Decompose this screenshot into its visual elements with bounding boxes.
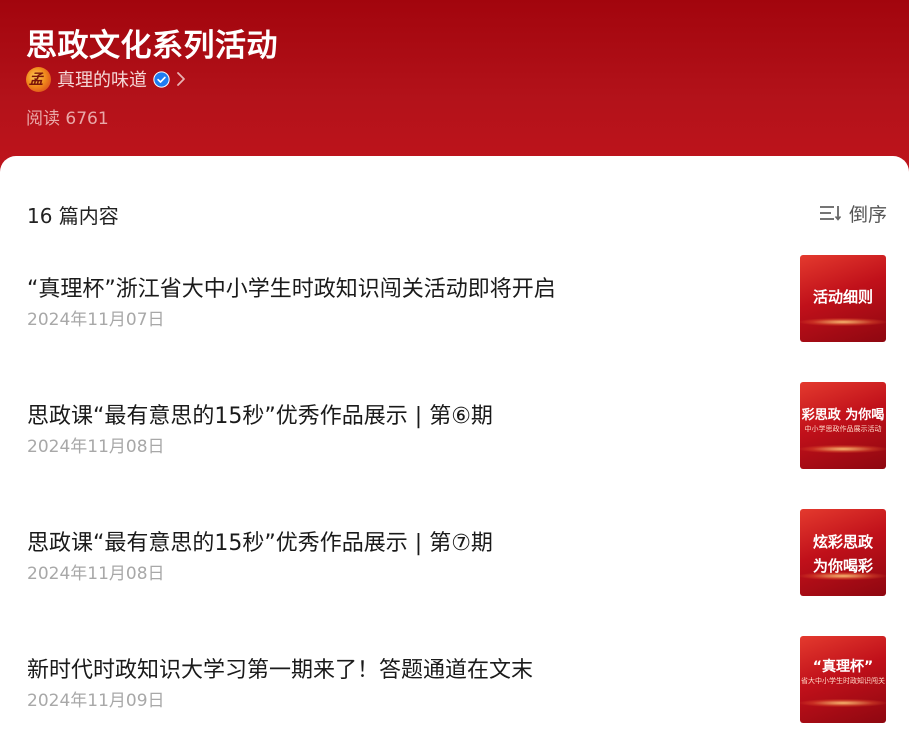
article-date: 2024年11月08日: [27, 437, 165, 457]
thumbnail-caption: “真理杯”: [812, 659, 874, 675]
article-item[interactable]: 思政课“最有意思的15秒”优秀作品展示 | 第⑥期 2024年11月08日 彩思…: [0, 382, 909, 492]
article-title[interactable]: 新时代时政知识大学习第一期来了！答题通道在文末: [27, 652, 777, 684]
article-title[interactable]: 思政课“最有意思的15秒”优秀作品展示 | 第⑥期: [27, 398, 777, 430]
article-title[interactable]: 思政课“最有意思的15秒”优秀作品展示 | 第⑦期: [27, 525, 777, 557]
thumbnail-caption: 彩思政 为你喝: [801, 408, 885, 423]
article-date: 2024年11月09日: [27, 691, 165, 711]
author-name[interactable]: 真理的味道: [57, 66, 147, 92]
article-title[interactable]: “真理杯”浙江省大中小学生时政知识闯关活动即将开启: [27, 271, 777, 303]
article-item[interactable]: 新时代时政知识大学习第一期来了！答题通道在文末 2024年11月09日 “真理杯…: [0, 636, 909, 746]
article-item[interactable]: 思政课“最有意思的15秒”优秀作品展示 | 第⑦期 2024年11月08日 炫彩…: [0, 509, 909, 619]
article-date: 2024年11月08日: [27, 564, 165, 584]
thumbnail-subcaption: 中小学思政作品展示活动: [804, 425, 882, 433]
author-link[interactable]: 孟 真理的味道: [26, 64, 186, 94]
article-thumbnail[interactable]: 活动细则: [800, 255, 886, 342]
author-avatar[interactable]: 孟: [26, 66, 51, 92]
chevron-right-icon[interactable]: [176, 71, 186, 87]
thumbnail-subcaption: 省大中小学生时政知识闯关: [801, 677, 885, 685]
article-count: 16 篇内容: [27, 204, 119, 228]
album-header: 思政文化系列活动 孟 真理的味道 阅读 6761: [0, 0, 909, 180]
sort-order-label[interactable]: 倒序: [849, 200, 887, 227]
sort-order-button[interactable]: 倒序: [819, 199, 887, 227]
article-list-panel: 16 篇内容 倒序 “真理杯”浙江省大中小学生时政知识闯关活动即将开启 2024…: [0, 156, 909, 736]
thumbnail-caption: 活动细则: [812, 288, 873, 306]
thumbnail-caption: 炫彩思政: [812, 533, 873, 551]
sort-order-icon: [819, 206, 841, 221]
article-date: 2024年11月07日: [27, 310, 165, 330]
article-thumbnail[interactable]: 炫彩思政 为你喝彩: [800, 509, 886, 596]
album-title: 思政文化系列活动: [26, 28, 278, 64]
article-thumbnail[interactable]: “真理杯” 省大中小学生时政知识闯关: [800, 636, 886, 723]
read-count: 阅读 6761: [26, 109, 109, 129]
thumbnail-caption-line2: 为你喝彩: [812, 557, 873, 575]
article-item[interactable]: “真理杯”浙江省大中小学生时政知识闯关活动即将开启 2024年11月07日 活动…: [0, 255, 909, 365]
verified-badge-icon: [153, 70, 170, 88]
article-thumbnail[interactable]: 彩思政 为你喝 中小学思政作品展示活动: [800, 382, 886, 469]
